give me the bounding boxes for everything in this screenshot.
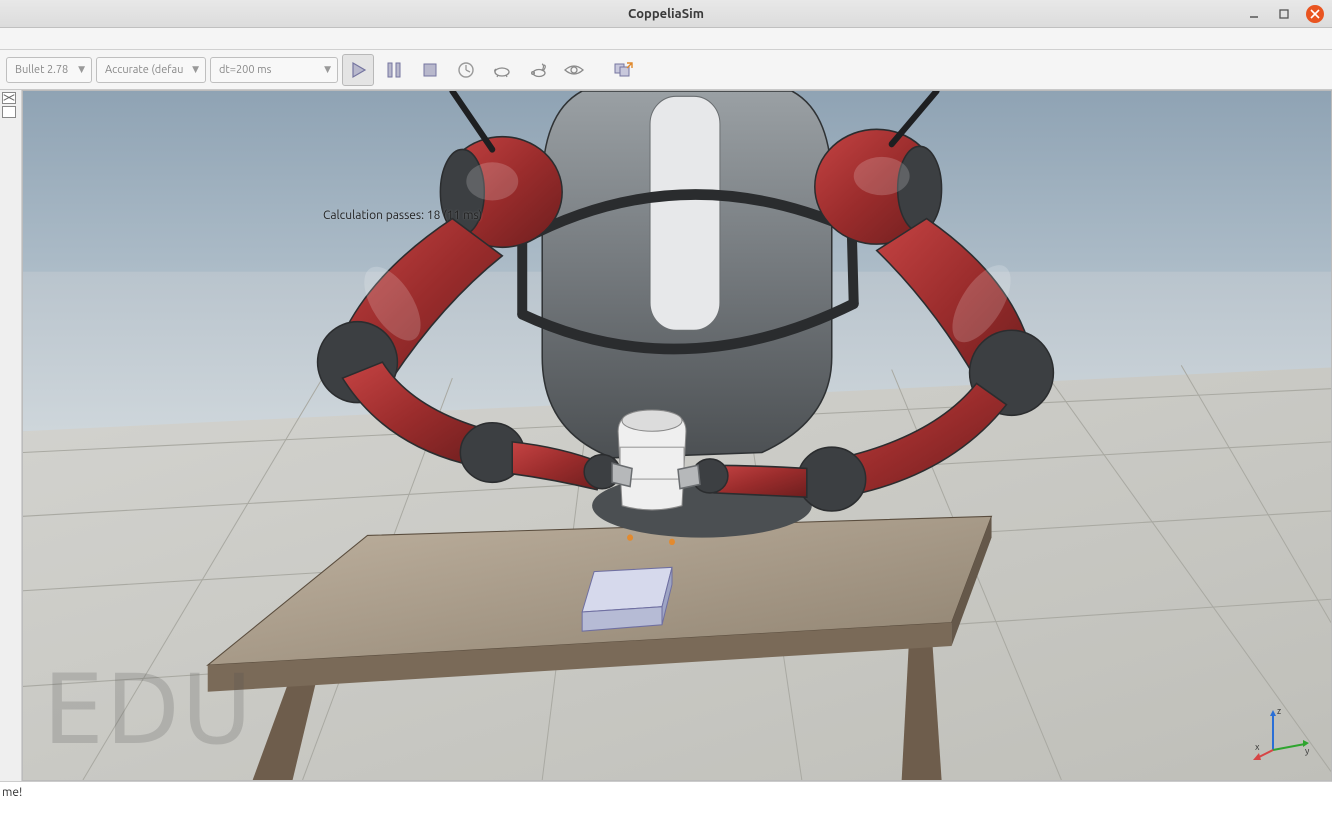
close-icon [1310,9,1320,19]
axis-gizmo: z y x [1253,702,1313,762]
dynamics-mode-dropdown[interactable]: Accurate (defau ▼ [96,57,206,83]
slow-down-button[interactable] [486,54,518,86]
main-area: Calculation passes: 18 (11 ms) EDU z y x [0,90,1332,781]
page-selector-icon [613,60,635,80]
timestep-dropdown[interactable]: dt=200 ms ▼ [210,57,338,83]
turtle-icon [491,60,513,80]
statusbar: me! [0,781,1332,817]
dynamics-mode-value: Accurate (defau [105,64,183,76]
axis-x-label: x [1255,742,1260,752]
maximize-button[interactable] [1276,6,1292,22]
scene-render [23,91,1331,780]
minimize-icon [1248,8,1260,20]
left-gutter [0,90,22,781]
visualize-button[interactable] [558,54,590,86]
physics-engine-dropdown[interactable]: Bullet 2.78 ▼ [6,57,92,83]
play-icon [348,60,368,80]
pause-icon [384,60,404,80]
axis-y-label: y [1305,746,1310,756]
realtime-button[interactable] [450,54,482,86]
gutter-close-box[interactable] [2,92,16,104]
window-titlebar: CoppeliaSim [0,0,1332,28]
close-button[interactable] [1306,5,1324,23]
rabbit-icon [527,60,549,80]
speed-up-button[interactable] [522,54,554,86]
status-message: me! [2,786,22,799]
axis-z-label: z [1277,706,1281,716]
physics-engine-value: Bullet 2.78 [15,64,68,76]
calculation-overlay: Calculation passes: 18 (11 ms) [323,209,482,222]
eye-icon [563,60,585,80]
chevron-down-icon: ▼ [192,64,199,75]
play-button[interactable] [342,54,374,86]
toolbar: Bullet 2.78 ▼ Accurate (defau ▼ dt=200 m… [0,50,1332,90]
minimize-button[interactable] [1246,6,1262,22]
window-title: CoppeliaSim [0,7,1332,21]
chevron-down-icon: ▼ [78,64,85,75]
stop-button[interactable] [414,54,446,86]
chevron-down-icon: ▼ [324,64,331,75]
pause-button[interactable] [378,54,410,86]
page-selector-button[interactable] [608,54,640,86]
maximize-icon [1278,8,1290,20]
stop-icon [420,60,440,80]
gutter-box[interactable] [2,106,16,118]
viewport-3d[interactable]: Calculation passes: 18 (11 ms) EDU z y x [22,90,1332,781]
menubar [0,28,1332,50]
timestep-value: dt=200 ms [219,64,271,76]
window-controls [1246,5,1324,23]
clock-icon [456,60,476,80]
